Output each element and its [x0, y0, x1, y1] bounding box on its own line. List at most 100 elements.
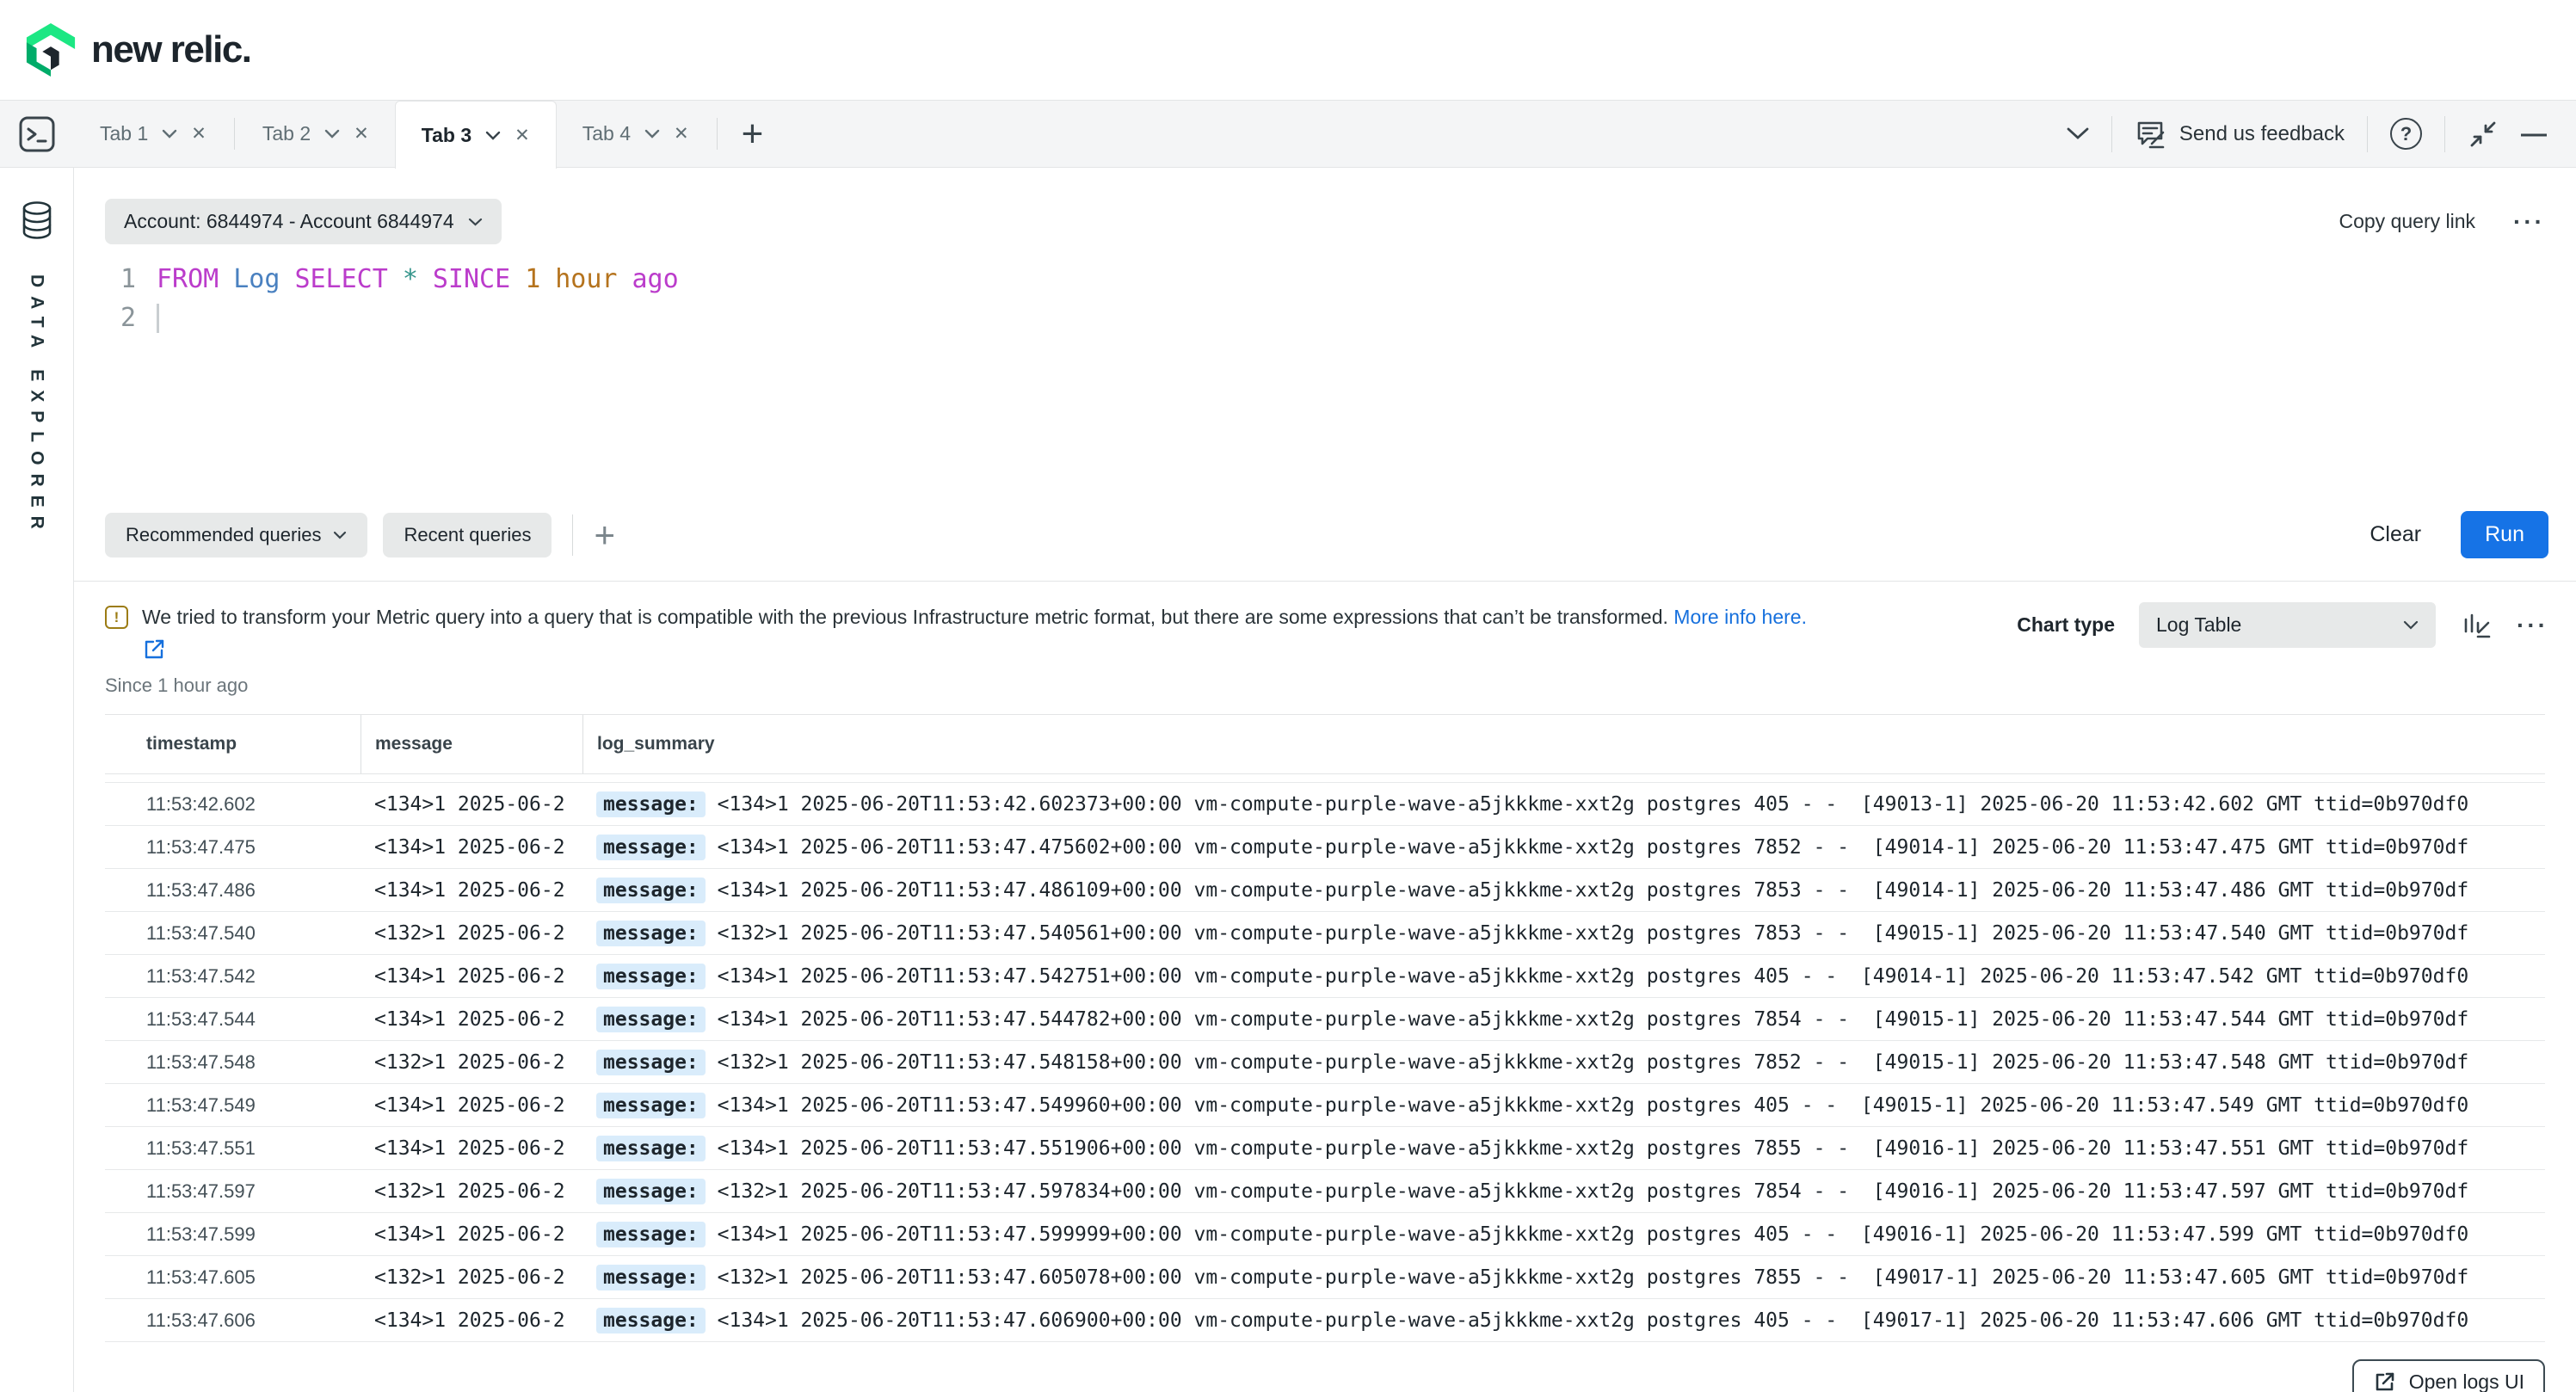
log-summary-text: <132>1 2025-06-20T11:53:47.597834+00:00 … [706, 1180, 2468, 1203]
column-header-message[interactable]: message [361, 715, 582, 773]
message-cell: <134>1 2025-06-2 [361, 1094, 582, 1117]
tab-separator [234, 118, 235, 150]
open-logs-ui-button[interactable]: Open logs UI [2352, 1359, 2545, 1392]
tab-1[interactable]: Tab 1 ✕ [74, 101, 232, 167]
minimize-icon[interactable]: — [2521, 120, 2547, 149]
send-feedback-label: Send us feedback [2179, 122, 2345, 146]
table-footer: Open logs UI [74, 1359, 2545, 1392]
help-icon[interactable]: ? [2390, 118, 2422, 150]
feedback-icon [2135, 118, 2167, 151]
message-key-chip: message: [596, 1222, 706, 1247]
add-tab-button[interactable]: + [719, 101, 786, 167]
chevron-down-icon[interactable] [644, 129, 660, 139]
table-row[interactable]: 11:53:47.597 <132>1 2025-06-2 message: <… [105, 1170, 2545, 1213]
tab-2-label: Tab 2 [262, 122, 311, 145]
query-token: ago [632, 260, 679, 299]
message-key-chip: message: [596, 1136, 706, 1161]
more-info-link[interactable]: More info here. [1673, 606, 1807, 628]
log-summary-text: <132>1 2025-06-20T11:53:47.605078+00:00 … [706, 1266, 2468, 1289]
chart-type-select[interactable]: Log Table [2139, 602, 2436, 648]
close-icon[interactable]: ✕ [191, 123, 206, 145]
message-cell: <134>1 2025-06-2 [361, 1223, 582, 1246]
table-row[interactable]: 11:53:47.475 <134>1 2025-06-2 message: <… [105, 826, 2545, 869]
open-logs-ui-label: Open logs UI [2409, 1370, 2524, 1392]
close-icon[interactable]: ✕ [515, 125, 530, 146]
edit-chart-icon[interactable] [2460, 609, 2493, 642]
table-row[interactable]: 11:53:47.544 <134>1 2025-06-2 message: <… [105, 998, 2545, 1041]
table-header: timestamp message log_summary [105, 714, 2545, 774]
timestamp-cell: 11:53:47.540 [105, 922, 361, 945]
editor-line-2: 2 [105, 299, 2576, 337]
table-row[interactable]: 11:53:47.540 <132>1 2025-06-2 message: <… [105, 912, 2545, 955]
database-icon [19, 200, 55, 240]
send-feedback-button[interactable]: Send us feedback [2135, 118, 2345, 151]
recommended-queries-label: Recommended queries [126, 524, 321, 546]
warning-message: We tried to transform your Metric query … [142, 606, 1668, 628]
tab-2[interactable]: Tab 2 ✕ [237, 101, 395, 167]
table-row[interactable]: 11:53:42.602 <134>1 2025-06-2 message: <… [105, 783, 2545, 826]
message-key-chip: message: [596, 964, 706, 989]
timestamp-cell: 11:53:47.597 [105, 1180, 361, 1203]
message-cell: <132>1 2025-06-2 [361, 1180, 582, 1203]
collapse-window-icon[interactable] [2468, 119, 2499, 150]
column-header-timestamp[interactable]: timestamp [105, 715, 361, 773]
tab-list: Tab 1 ✕ Tab 2 ✕ Tab 3 ✕ Tab 4 ✕ [74, 101, 786, 167]
tab-4[interactable]: Tab 4 ✕ [557, 101, 715, 167]
close-icon[interactable]: ✕ [354, 123, 369, 145]
column-header-log-summary[interactable]: log_summary [582, 715, 2545, 773]
table-row[interactable]: 11:53:47.551 <134>1 2025-06-2 message: <… [105, 1127, 2545, 1170]
log-summary-cell: message: <134>1 2025-06-20T11:53:42.6023… [582, 791, 2545, 817]
recommended-queries-button[interactable]: Recommended queries [105, 513, 367, 557]
text-caret [157, 304, 159, 333]
chevron-down-icon[interactable] [162, 129, 177, 139]
ellipsis-menu-icon[interactable]: ··· [2517, 613, 2548, 637]
table-row[interactable]: 11:53:47.542 <134>1 2025-06-2 message: <… [105, 955, 2545, 998]
run-button[interactable]: Run [2461, 511, 2548, 558]
close-icon[interactable]: ✕ [674, 123, 689, 145]
chevron-down-icon[interactable] [485, 131, 501, 140]
tab-3-active[interactable]: Tab 3 ✕ [395, 101, 557, 169]
table-row[interactable]: 11:53:47.548 <132>1 2025-06-2 message: <… [105, 1041, 2545, 1084]
data-explorer-rail[interactable]: DATA EXPLORER [0, 168, 74, 1392]
log-summary-cell: message: <134>1 2025-06-20T11:53:47.5519… [582, 1136, 2545, 1161]
divider [2111, 116, 2112, 152]
nrql-editor[interactable]: 1 FROM Log SELECT * SINCE 1 hour ago 2 [105, 260, 2576, 432]
timestamp-cell: 11:53:47.542 [105, 965, 361, 988]
tab-4-label: Tab 4 [582, 122, 631, 145]
log-summary-text: <134>1 2025-06-20T11:53:47.475602+00:00 … [706, 836, 2468, 859]
clipped-row [105, 774, 2545, 783]
message-key-chip: message: [596, 1308, 706, 1333]
new-relic-logo: new relic. [24, 22, 251, 78]
chevron-down-icon[interactable] [324, 129, 340, 139]
chevron-down-icon [2403, 620, 2419, 630]
log-summary-cell: message: <134>1 2025-06-20T11:53:47.5499… [582, 1093, 2545, 1118]
table-row[interactable]: 11:53:47.549 <134>1 2025-06-2 message: <… [105, 1084, 2545, 1127]
transform-warning: ! We tried to transform your Metric quer… [105, 604, 2015, 631]
log-summary-text: <134>1 2025-06-20T11:53:47.606900+00:00 … [706, 1309, 2468, 1332]
tabbar-collapse-chevron-icon[interactable] [2067, 127, 2089, 140]
chevron-down-icon [468, 218, 483, 226]
table-row[interactable]: 11:53:47.599 <134>1 2025-06-2 message: <… [105, 1213, 2545, 1256]
clear-button[interactable]: Clear [2370, 522, 2421, 547]
app-header: new relic. [0, 0, 2576, 100]
query-token: SELECT [294, 260, 387, 299]
query-header: Account: 6844974 - Account 6844974 Copy … [74, 168, 2576, 244]
table-row[interactable]: 11:53:47.606 <134>1 2025-06-2 message: <… [105, 1299, 2545, 1342]
copy-query-link-button[interactable]: Copy query link [2339, 210, 2475, 233]
table-row[interactable]: 11:53:47.486 <134>1 2025-06-2 message: <… [105, 869, 2545, 912]
log-summary-cell: message: <132>1 2025-06-20T11:53:47.5481… [582, 1050, 2545, 1075]
table-row[interactable]: 11:53:47.605 <132>1 2025-06-2 message: <… [105, 1256, 2545, 1299]
timestamp-cell: 11:53:47.544 [105, 1008, 361, 1031]
account-picker[interactable]: Account: 6844974 - Account 6844974 [105, 199, 502, 244]
recent-queries-label: Recent queries [404, 524, 531, 546]
main-area: DATA EXPLORER Account: 6844974 - Account… [0, 168, 2576, 1392]
message-cell: <134>1 2025-06-2 [361, 1008, 582, 1031]
add-query-button[interactable]: + [594, 514, 615, 556]
log-summary-cell: message: <134>1 2025-06-20T11:53:47.5427… [582, 964, 2545, 989]
recent-queries-button[interactable]: Recent queries [383, 513, 552, 557]
timestamp-cell: 11:53:47.486 [105, 879, 361, 902]
warning-icon: ! [105, 606, 128, 629]
ellipsis-menu-icon[interactable]: ··· [2513, 210, 2545, 234]
timestamp-cell: 11:53:47.475 [105, 836, 361, 859]
query-console-button[interactable] [0, 101, 74, 167]
